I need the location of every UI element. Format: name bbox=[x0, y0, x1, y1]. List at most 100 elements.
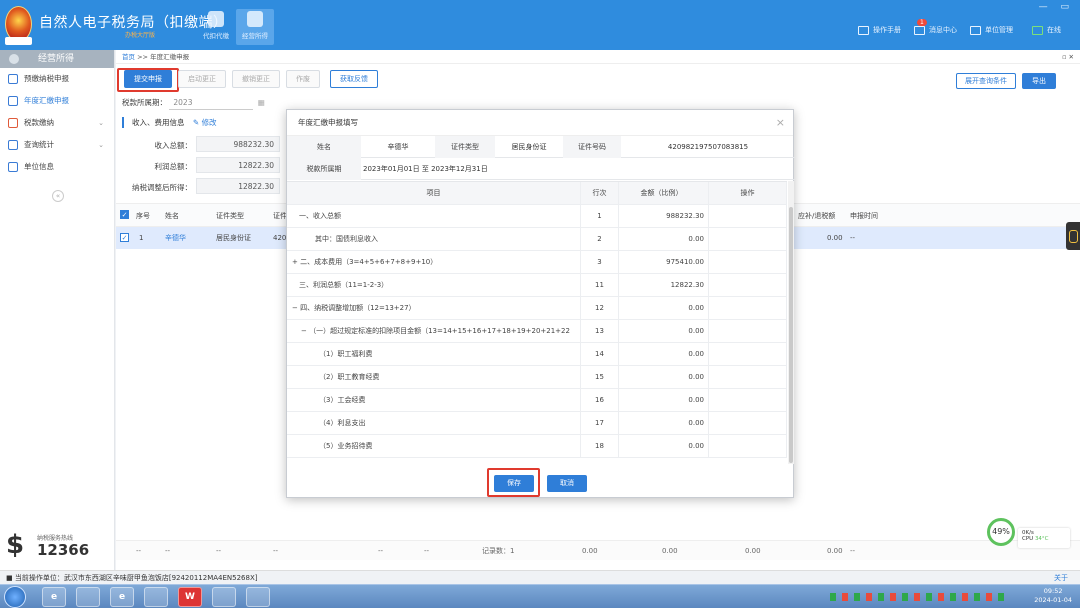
dialog-scrollbar[interactable] bbox=[788, 181, 794, 464]
unit-info-icon bbox=[8, 162, 18, 172]
wps-icon[interactable]: W bbox=[178, 587, 202, 607]
sidebar: 经营所得 预缴纳税申报 年度汇缴申报 税款缴纳 ⌄ 查询统计 ⌄ 单位信息 « … bbox=[0, 50, 115, 570]
void-button[interactable]: 作废 bbox=[286, 70, 320, 88]
row-checkbox[interactable]: ✓ bbox=[120, 233, 129, 242]
system-tray: 09:52 2024-01-04 bbox=[820, 585, 1080, 608]
tray-icons[interactable] bbox=[830, 593, 1010, 601]
folder-icon[interactable] bbox=[76, 587, 100, 607]
floating-assistant-tab[interactable] bbox=[1066, 222, 1080, 250]
nav-withholding[interactable]: 代扣代缴 bbox=[197, 9, 235, 45]
row-item: （3）工会经费 bbox=[287, 389, 581, 412]
export-button[interactable]: 导出 bbox=[1022, 73, 1056, 89]
row-amount[interactable]: 975410.00 bbox=[619, 251, 709, 274]
table-row[interactable]: （3）工会经费 16 0.00 bbox=[287, 389, 787, 412]
close-icon[interactable]: × bbox=[776, 110, 785, 136]
row-amount[interactable]: 0.00 bbox=[619, 366, 709, 389]
unit-management-button[interactable]: 单位管理 bbox=[970, 25, 1013, 35]
breadcrumb-home[interactable]: 首页 bbox=[122, 53, 135, 61]
start-correction-button[interactable]: 启动更正 bbox=[178, 70, 226, 88]
row-item: 其中：国债利息收入 bbox=[287, 228, 581, 251]
table-row[interactable]: 三、利润总额（11=1-2-3） 11 12822.30 bbox=[287, 274, 787, 297]
memory-gauge[interactable]: 49% bbox=[987, 518, 1015, 546]
sidebar-item-query[interactable]: 查询统计 ⌄ bbox=[0, 134, 114, 156]
browser-green-icon[interactable]: e bbox=[110, 587, 134, 607]
row-amount[interactable]: 0.00 bbox=[619, 389, 709, 412]
dialog-title: 年度汇缴申报填写 bbox=[298, 118, 358, 127]
get-feedback-button[interactable]: 获取反馈 bbox=[330, 70, 378, 88]
withholding-icon bbox=[208, 11, 224, 27]
cancel-button[interactable]: 取消 bbox=[547, 475, 587, 492]
row-amount[interactable]: 12822.30 bbox=[619, 274, 709, 297]
col-name: 姓名 bbox=[165, 212, 179, 220]
row-item: （5）业务招待费 bbox=[287, 435, 581, 458]
sidebar-item-prepay[interactable]: 预缴纳税申报 bbox=[0, 68, 114, 90]
window-controls[interactable]: — ▭ bbox=[1039, 2, 1074, 12]
browser-icon[interactable]: e bbox=[42, 587, 66, 607]
row-amount[interactable]: 0.00 bbox=[619, 343, 709, 366]
about-link[interactable]: 关于 bbox=[1054, 571, 1068, 585]
row-item: （1）职工福利费 bbox=[287, 343, 581, 366]
row-amount[interactable]: 0.00 bbox=[619, 297, 709, 320]
clock[interactable]: 09:52 2024-01-04 bbox=[1034, 587, 1072, 605]
sidebar-item-unit-info[interactable]: 单位信息 bbox=[0, 156, 114, 178]
row-amount[interactable]: 0.00 bbox=[619, 320, 709, 343]
online-icon bbox=[1032, 25, 1043, 35]
table-row[interactable]: 一、收入总额 1 988232.30 bbox=[287, 205, 787, 228]
user-icon: ■ bbox=[6, 574, 15, 582]
status-bar: ■ 当前操作单位：武汉市东西湖区辛味厨甲鱼泡饭店[92420112MA4EN52… bbox=[0, 570, 1080, 584]
online-status[interactable]: 在线 bbox=[1032, 25, 1061, 35]
message-icon bbox=[914, 25, 925, 35]
sidebar-item-tax-payment[interactable]: 税款缴纳 ⌄ bbox=[0, 112, 114, 134]
sidebar-item-annual[interactable]: 年度汇缴申报 bbox=[0, 90, 114, 112]
income-section-label: 收入、费用信息 bbox=[132, 118, 185, 127]
row-op bbox=[709, 251, 787, 274]
annual-report-icon bbox=[8, 96, 18, 106]
calendar-icon[interactable]: ▦ bbox=[258, 98, 265, 107]
nav-business-income[interactable]: 经营所得 bbox=[236, 9, 274, 45]
row-amount[interactable]: 0.00 bbox=[619, 412, 709, 435]
scrollbar-thumb[interactable] bbox=[789, 207, 793, 463]
row-amount[interactable]: 988232.30 bbox=[619, 205, 709, 228]
table-row[interactable]: − 四、纳税调整增加额（12=13+27） 12 0.00 bbox=[287, 297, 787, 320]
edit-link[interactable]: ✎ 修改 bbox=[193, 118, 217, 127]
cancel-correction-button[interactable]: 撤销更正 bbox=[232, 70, 280, 88]
tab-controls[interactable]: ▫ ✕ bbox=[1062, 50, 1074, 64]
table-row[interactable]: （5）业务招待费 18 0.00 bbox=[287, 435, 787, 458]
window-icon[interactable] bbox=[246, 587, 270, 607]
table-row[interactable]: （4）利息支出 17 0.00 bbox=[287, 412, 787, 435]
building-icon bbox=[970, 25, 981, 35]
nav-business-income-label: 经营所得 bbox=[242, 32, 268, 40]
row-op bbox=[709, 412, 787, 435]
collapse-sidebar-button[interactable]: « bbox=[52, 190, 64, 202]
table-row[interactable]: − （一）超过规定标准的扣除项目金额（13=14+15+16+17+18+19+… bbox=[287, 320, 787, 343]
table-row[interactable]: 其中：国债利息收入 2 0.00 bbox=[287, 228, 787, 251]
th-amount: 金额（比例） bbox=[619, 182, 709, 205]
row-amount[interactable]: 0.00 bbox=[619, 228, 709, 251]
row-line: 18 bbox=[581, 435, 619, 458]
tax-emblem-logo bbox=[5, 6, 32, 45]
sidebar-item-label: 年度汇缴申报 bbox=[24, 96, 69, 105]
col-refund: 应补/退税额 bbox=[798, 212, 836, 220]
tax-app-icon[interactable] bbox=[144, 587, 168, 607]
id-type-value: 居民身份证 bbox=[511, 143, 547, 151]
tax-period-input[interactable]: 2023 bbox=[169, 98, 254, 110]
footer-cell: -- bbox=[424, 547, 430, 555]
row-name-link[interactable]: 辛德华 bbox=[165, 227, 186, 249]
submit-declaration-button[interactable]: 提交申报 bbox=[124, 70, 172, 88]
table-row[interactable]: （1）职工福利费 14 0.00 bbox=[287, 343, 787, 366]
row-op bbox=[709, 366, 787, 389]
sidebar-item-label: 税款缴纳 bbox=[24, 118, 54, 127]
save-button[interactable]: 保存 bbox=[494, 475, 534, 492]
table-row[interactable]: （2）职工教育经费 15 0.00 bbox=[287, 366, 787, 389]
select-all-checkbox[interactable]: ✓ bbox=[120, 210, 129, 219]
adjusted-income-value: 12822.30 bbox=[196, 178, 280, 194]
message-center-button[interactable]: 1 消息中心 bbox=[914, 19, 957, 35]
table-header-row: 项目 行次 金额（比例） 操作 bbox=[287, 182, 787, 205]
manual-button[interactable]: 操作手册 bbox=[858, 25, 901, 35]
table-row[interactable]: + 二、成本费用（3=4+5+6+7+8+9+10） 3 975410.00 bbox=[287, 251, 787, 274]
row-amount[interactable]: 0.00 bbox=[619, 435, 709, 458]
payment-icon bbox=[8, 118, 18, 128]
photos-icon[interactable] bbox=[212, 587, 236, 607]
start-button[interactable] bbox=[4, 586, 26, 608]
expand-query-button[interactable]: 展开查询条件 bbox=[956, 73, 1016, 89]
